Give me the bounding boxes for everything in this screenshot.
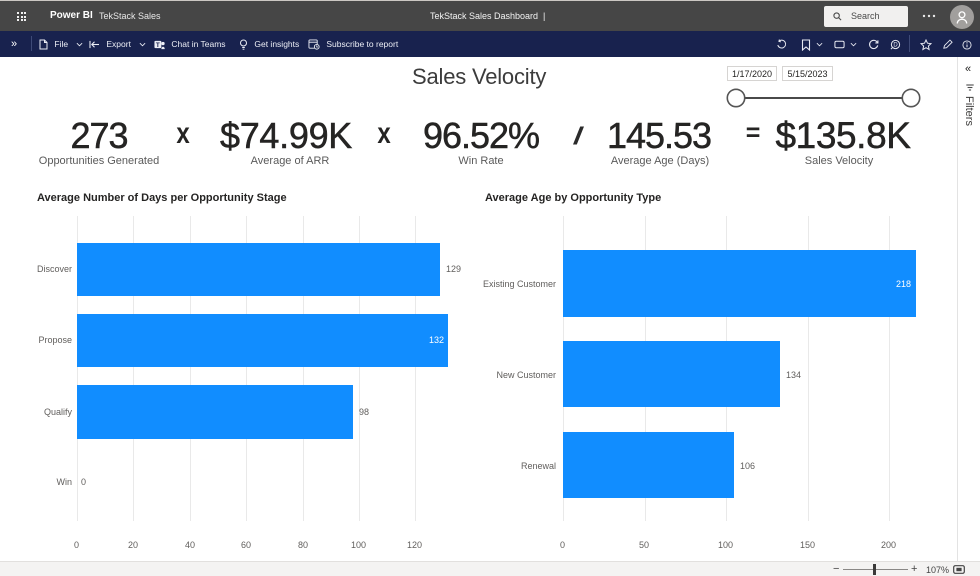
- svg-text:T: T: [156, 42, 160, 49]
- svg-text:D: D: [893, 43, 897, 49]
